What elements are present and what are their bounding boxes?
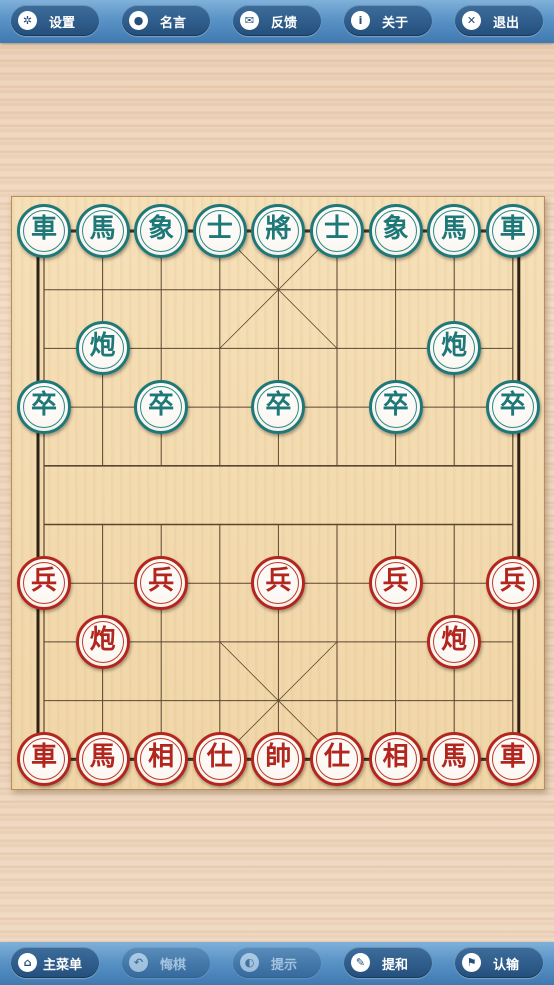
red-piece[interactable]: 仕 [192, 732, 247, 787]
piece-ring [140, 386, 183, 429]
piece-ring [23, 210, 65, 252]
red-piece[interactable]: 炮 [427, 614, 482, 669]
feedback-button[interactable]: ✉ 反馈 [233, 5, 321, 36]
flag-icon: ⚑ [462, 953, 481, 972]
hint-label: 提示 [271, 958, 298, 973]
speech-bubble-icon: ● [129, 11, 148, 30]
undo-button[interactable]: ↶ 悔棋 [122, 947, 210, 978]
piece-ring [374, 386, 417, 429]
black-piece[interactable]: 馬 [75, 204, 130, 258]
lightbulb-icon: ◐ [240, 953, 259, 972]
top-toolbar: ✲ 设置 ● 名言 ✉ 反馈 i 关于 ✕ 退出 [0, 0, 554, 43]
hint-button[interactable]: ◐ 提示 [233, 947, 321, 978]
home-icon: ⌂ [18, 953, 37, 972]
piece-ring [23, 562, 65, 605]
piece-ring [81, 620, 124, 663]
piece-ring [374, 210, 417, 252]
close-icon: ✕ [462, 11, 481, 30]
main-menu-label: 主菜单 [43, 958, 83, 973]
black-piece[interactable]: 炮 [75, 321, 130, 376]
piece-ring [140, 210, 183, 252]
black-piece[interactable]: 將 [251, 204, 306, 258]
gear-icon: ✲ [18, 11, 37, 30]
piece-ring [491, 738, 534, 781]
about-label: 关于 [382, 16, 409, 31]
piece-ring [374, 738, 417, 781]
piece-ring [433, 210, 476, 252]
black-piece[interactable]: 卒 [17, 380, 71, 435]
settings-button[interactable]: ✲ 设置 [11, 5, 99, 36]
piece-ring [433, 327, 476, 370]
undo-icon: ↶ [129, 953, 148, 972]
board-grid [36, 229, 521, 761]
piece-ring [257, 210, 300, 252]
black-piece[interactable]: 卒 [368, 380, 423, 435]
piece-ring [198, 738, 241, 781]
red-piece[interactable]: 炮 [75, 614, 130, 669]
info-icon: i [351, 11, 370, 30]
piece-ring [491, 562, 534, 605]
red-piece[interactable]: 車 [17, 732, 71, 787]
quotes-label: 名言 [160, 16, 187, 31]
red-piece[interactable]: 兵 [134, 556, 189, 611]
piece-ring [81, 738, 124, 781]
piece-ring [374, 562, 417, 605]
black-piece[interactable]: 車 [485, 204, 540, 258]
piece-ring [491, 386, 534, 429]
piece-ring [433, 620, 476, 663]
red-piece[interactable]: 兵 [485, 556, 540, 611]
black-piece[interactable]: 卒 [485, 380, 540, 435]
black-piece[interactable]: 士 [192, 204, 247, 258]
exit-label: 退出 [493, 16, 520, 31]
black-piece[interactable]: 象 [368, 204, 423, 258]
piece-ring [23, 738, 65, 781]
black-piece[interactable]: 車 [17, 204, 71, 258]
red-piece[interactable]: 仕 [310, 732, 364, 787]
piece-ring [433, 738, 476, 781]
piece-ring [81, 327, 124, 370]
black-piece[interactable]: 士 [310, 204, 364, 258]
red-piece[interactable]: 相 [368, 732, 423, 787]
piece-ring [257, 738, 300, 781]
piece-ring [140, 562, 183, 605]
piece-ring [491, 210, 534, 252]
red-piece[interactable]: 車 [485, 732, 540, 787]
piece-ring [198, 210, 241, 252]
settings-label: 设置 [49, 16, 76, 31]
xiangqi-board[interactable]: 車馬象士將士象馬車炮炮卒卒卒卒卒兵兵兵兵兵炮炮車馬相仕帥仕相馬車 [11, 196, 545, 790]
offer-draw-button[interactable]: ✎ 提和 [344, 947, 432, 978]
piece-ring [140, 738, 183, 781]
main-menu-button[interactable]: ⌂ 主菜单 [11, 947, 99, 978]
black-piece[interactable]: 卒 [134, 380, 189, 435]
about-button[interactable]: i 关于 [344, 5, 432, 36]
red-piece[interactable]: 馬 [75, 732, 130, 787]
piece-ring [316, 738, 358, 781]
piece-ring [81, 210, 124, 252]
resign-label: 认输 [493, 958, 520, 973]
black-piece[interactable]: 馬 [427, 204, 482, 258]
quotes-button[interactable]: ● 名言 [122, 5, 210, 36]
resign-button[interactable]: ⚑ 认输 [455, 947, 543, 978]
red-piece[interactable]: 兵 [17, 556, 71, 611]
feedback-label: 反馈 [271, 16, 298, 31]
offer-draw-label: 提和 [382, 958, 409, 973]
piece-ring [257, 562, 300, 605]
red-piece[interactable]: 兵 [368, 556, 423, 611]
bottom-toolbar: ⌂ 主菜单 ↶ 悔棋 ◐ 提示 ✎ 提和 ⚑ 认输 [0, 942, 554, 985]
piece-ring [257, 386, 300, 429]
exit-button[interactable]: ✕ 退出 [455, 5, 543, 36]
pencil-icon: ✎ [351, 953, 370, 972]
black-piece[interactable]: 象 [134, 204, 189, 258]
envelope-icon: ✉ [240, 11, 259, 30]
undo-label: 悔棋 [160, 958, 187, 973]
piece-ring [316, 210, 358, 252]
piece-ring [23, 386, 65, 429]
